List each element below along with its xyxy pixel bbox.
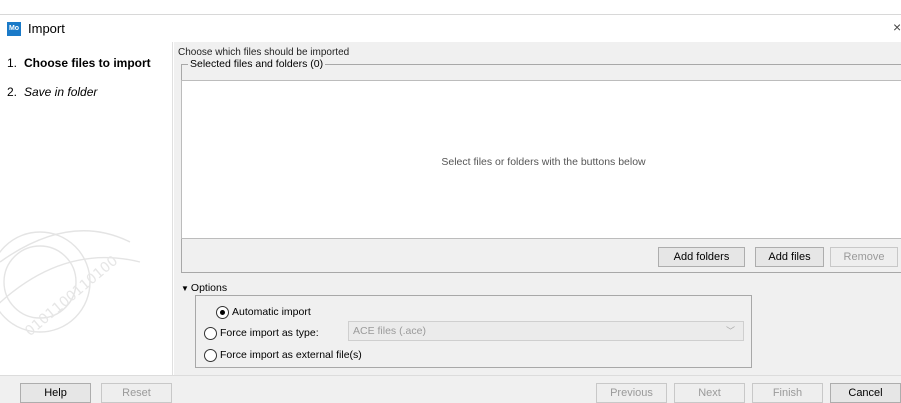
import-type-select[interactable]: ACE files (.ace) ﹀ [348, 321, 744, 341]
empty-list-message: Select files or folders with the buttons… [441, 156, 646, 168]
add-files-button[interactable]: Add files [755, 247, 824, 267]
watermark-logo-icon: 0101100110100 [0, 230, 141, 340]
radio-force-import-type[interactable]: Force import as type: [204, 326, 319, 342]
radio-automatic-import[interactable]: Automatic import [216, 305, 311, 321]
step-save-in-folder: 2. Save in folder [7, 85, 97, 99]
radio-button-icon[interactable] [204, 326, 217, 340]
wizard-steps-pane: 1. Choose files to import 2. Save in folde… [0, 42, 173, 375]
import-main-panel: Choose which files should be imported Se… [174, 42, 901, 375]
selected-files-list[interactable]: Select files or folders with the buttons… [181, 80, 901, 239]
step-number: 1. [7, 56, 18, 70]
chevron-down-icon: ﹀ [725, 326, 735, 336]
selected-files-label: Selected files and folders (0) [188, 58, 326, 70]
app-icon: Mo [7, 22, 21, 36]
step-choose-files: 1. Choose files to import [7, 56, 151, 70]
options-panel: Automatic import Force import as type: A… [195, 295, 752, 368]
window-title: Import [28, 21, 65, 36]
instruction-text: Choose which files should be imported [178, 47, 350, 58]
radio-force-external[interactable]: Force import as external file(s) [204, 348, 362, 364]
select-value: ACE files (.ace) [353, 325, 426, 337]
radio-button-icon[interactable] [204, 348, 217, 362]
cancel-button[interactable]: Cancel [830, 383, 901, 403]
remove-button[interactable]: Remove [830, 247, 898, 267]
previous-button[interactable]: Previous [596, 383, 667, 403]
radio-button-icon[interactable] [216, 305, 229, 319]
reset-button[interactable]: Reset [101, 383, 172, 403]
dialog-footer: Help Reset Previous Next Finish Cancel [0, 375, 901, 403]
step-number: 2. [7, 85, 18, 99]
triangle-down-icon: ▼ [181, 284, 189, 293]
step-label: Save in folder [24, 85, 98, 99]
options-label: Options [190, 282, 228, 294]
title-bar: Mo Import × [0, 14, 901, 42]
step-label: Choose files to import [24, 56, 151, 70]
add-folders-button[interactable]: Add folders [658, 247, 745, 267]
help-button[interactable]: Help [20, 383, 91, 403]
finish-button[interactable]: Finish [752, 383, 823, 403]
radio-label: Force import as type: [220, 327, 319, 339]
radio-label: Force import as external file(s) [220, 349, 362, 361]
options-toggle[interactable]: ▼ Options [181, 282, 227, 294]
next-button[interactable]: Next [674, 383, 745, 403]
close-icon[interactable]: × [893, 19, 901, 35]
radio-label: Automatic import [232, 306, 311, 318]
